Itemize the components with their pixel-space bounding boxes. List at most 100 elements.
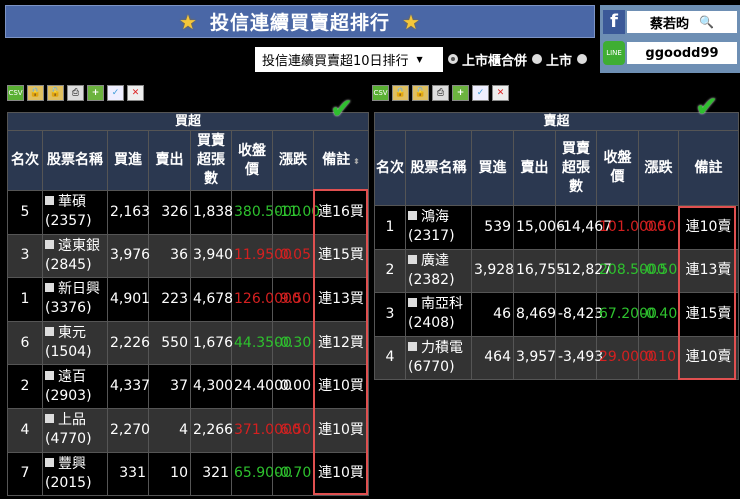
checkbox[interactable] <box>45 196 54 206</box>
table-row[interactable]: 1 鴻海 (2317) 539 15,006 -14,467 101.0000 0.50 連10… <box>374 205 740 250</box>
close-price-cell: 65.9000 <box>231 451 292 497</box>
checkbox[interactable] <box>408 254 417 264</box>
checkbox[interactable] <box>408 341 417 351</box>
column-header[interactable]: 股票名稱 <box>42 130 108 191</box>
csv-export-button[interactable]: CSV <box>7 85 24 101</box>
checkbox[interactable] <box>45 457 54 467</box>
print-icon[interactable]: ⎙ <box>67 85 84 101</box>
rank-cell: 5 <box>7 190 43 235</box>
change-cell: -0.50 <box>638 248 679 293</box>
column-header[interactable]: 備註 <box>677 130 740 206</box>
lock-icon[interactable]: 🔒 <box>392 85 409 101</box>
checkbox[interactable] <box>45 327 54 337</box>
ranking-period-select[interactable]: 投信連續買賣超10日排行 ▼ <box>255 47 443 72</box>
check-icon[interactable]: ✓ <box>472 85 489 101</box>
note-cell: 連10賣 <box>677 205 740 250</box>
column-header[interactable]: 買進 <box>471 130 514 206</box>
lock-icon[interactable]: 🔒 <box>27 85 44 101</box>
stock-name: 豐興 <box>58 455 86 472</box>
unlock-icon[interactable]: 🔓 <box>47 85 64 101</box>
search-icon[interactable]: 🔍 <box>699 15 714 29</box>
table-row[interactable]: 7 豐興 (2015) 331 10 321 65.9000 -0.70 連10買 <box>7 451 370 497</box>
checkbox[interactable] <box>45 283 54 293</box>
column-header[interactable]: 收盤價 <box>231 130 273 191</box>
checkbox[interactable] <box>408 211 417 221</box>
column-header[interactable]: 買賣超張數 <box>190 130 232 191</box>
line-id-box[interactable]: ggoodd99 <box>627 42 737 64</box>
table-caption: 賣超 <box>373 112 740 131</box>
column-header[interactable]: 收盤價 <box>596 130 639 206</box>
stock-name-cell[interactable]: 南亞科 (2408) <box>405 292 472 337</box>
sort-icon[interactable]: ⬍ <box>350 157 360 166</box>
stock-name-cell[interactable]: 鴻海 (2317) <box>405 205 472 250</box>
stock-name-cell[interactable]: 東元 (1504) <box>42 320 108 366</box>
stock-name-cell[interactable]: 遠百 (2903) <box>42 364 108 409</box>
checkbox[interactable] <box>45 414 54 424</box>
stock-name-cell[interactable]: 新日興 (3376) <box>42 277 108 322</box>
facebook-icon[interactable]: f <box>603 10 625 34</box>
unlock-icon[interactable]: 🔓 <box>412 85 429 101</box>
column-header[interactable]: 買賣超張數 <box>555 130 597 206</box>
buy-cell: 464 <box>471 335 514 380</box>
column-header-label: 名次 <box>11 152 39 168</box>
star-icon: ★ <box>179 9 198 34</box>
facebook-search-box[interactable]: 蔡若昀 🔍 <box>627 11 737 33</box>
sell-cell: 37 <box>148 364 191 409</box>
radio-listed[interactable] <box>532 54 543 64</box>
stock-name-cell[interactable]: 力積電 (6770) <box>405 335 472 380</box>
radio-otc[interactable] <box>577 54 588 64</box>
buy-cell: 4,337 <box>107 364 150 409</box>
column-header-label: 漲跌 <box>644 159 673 176</box>
column-header[interactable]: 名次 <box>374 130 406 206</box>
table-row[interactable]: 4 力積電 (6770) 464 3,957 -3,493 29.0000 0.10 連10賣 <box>374 335 740 380</box>
column-header[interactable]: 漲跌 <box>272 130 314 191</box>
table-row[interactable]: 1 新日興 (3376) 4,901 223 4,678 126.0000 9.50 連13買 <box>7 277 370 322</box>
table-row[interactable]: 2 遠百 (2903) 4,337 37 4,300 24.4000 0.00 連10買 <box>7 364 370 409</box>
column-header[interactable]: 名次 <box>7 130 43 191</box>
close-icon[interactable]: ✕ <box>127 85 144 101</box>
add-icon[interactable]: + <box>452 85 469 101</box>
stock-name-cell[interactable]: 廣達 (2382) <box>405 248 472 293</box>
note-cell: 連15買 <box>312 233 370 279</box>
print-icon[interactable]: ⎙ <box>432 85 449 101</box>
buy-cell: 2,270 <box>107 407 150 453</box>
radio-combined[interactable] <box>448 54 458 64</box>
table-row[interactable]: 5 華碩 (2357) 2,163 326 1,838 380.5000 -11.00 連16買 <box>7 190 370 235</box>
close-icon[interactable]: ✕ <box>492 85 509 101</box>
sell-over-table: 賣超 名次 股票名稱 買進 賣出 買賣超張數 收盤價 漲跌 備註 1 鴻海 (2317) 539 15… <box>373 112 740 380</box>
column-header[interactable]: 漲跌 <box>638 130 679 206</box>
stock-name-cell[interactable]: 遠東銀 (2845) <box>42 233 108 279</box>
checkbox[interactable] <box>408 298 417 308</box>
stock-name: 東元 <box>58 325 86 342</box>
radio-label-combined[interactable]: 上市櫃合併 <box>462 50 527 69</box>
buy-toolbar: CSV 🔒 🔓 ⎙ + ✓ ✕ <box>7 85 144 101</box>
close-price-cell: 101.0000 <box>596 205 666 250</box>
column-header-label: 收盤價 <box>603 150 632 185</box>
column-header[interactable]: 買進 <box>107 130 149 191</box>
column-header[interactable]: 股票名稱 <box>405 130 472 206</box>
column-header[interactable]: 賣出 <box>148 130 191 191</box>
add-icon[interactable]: + <box>87 85 104 101</box>
csv-export-button[interactable]: CSV <box>372 85 389 101</box>
buy-cell: 2,226 <box>107 320 150 366</box>
close-price-cell: 11.9500 <box>231 233 292 279</box>
table-row[interactable]: 3 遠東銀 (2845) 3,976 36 3,940 11.9500 0.05 連15買 <box>7 233 370 279</box>
checkbox[interactable] <box>45 239 54 249</box>
stock-code: (2317) <box>408 228 455 245</box>
table-row[interactable]: 2 廣達 (2382) 3,928 16,755 -12,827 208.5000 -0.50… <box>374 248 740 293</box>
check-icon[interactable]: ✓ <box>107 85 124 101</box>
sell-toolbar: CSV 🔒 🔓 ⎙ + ✓ ✕ <box>372 85 509 101</box>
line-icon[interactable]: LINE <box>603 41 625 65</box>
column-header[interactable]: 賣出 <box>513 130 556 206</box>
column-header[interactable]: 備註 ⬍ <box>312 130 370 191</box>
stock-name-cell[interactable]: 華碩 (2357) <box>42 190 108 235</box>
table-row[interactable]: 6 東元 (1504) 2,226 550 1,676 44.3500 -0.30 連12買 <box>7 320 370 366</box>
table-row[interactable]: 4 上品 (4770) 2,270 4 2,266 371.0000 6.50 連10買 <box>7 407 370 453</box>
sell-cell: 36 <box>148 233 191 279</box>
stock-name-cell[interactable]: 豐興 (2015) <box>42 451 108 497</box>
radio-label-listed[interactable]: 上市 <box>546 50 572 69</box>
checkbox[interactable] <box>45 370 54 380</box>
column-header-label: 賣出 <box>155 152 184 168</box>
table-row[interactable]: 3 南亞科 (2408) 46 8,469 -8,423 67.2000 -0.40 連15賣 <box>374 292 740 337</box>
stock-name-cell[interactable]: 上品 (4770) <box>42 407 108 453</box>
